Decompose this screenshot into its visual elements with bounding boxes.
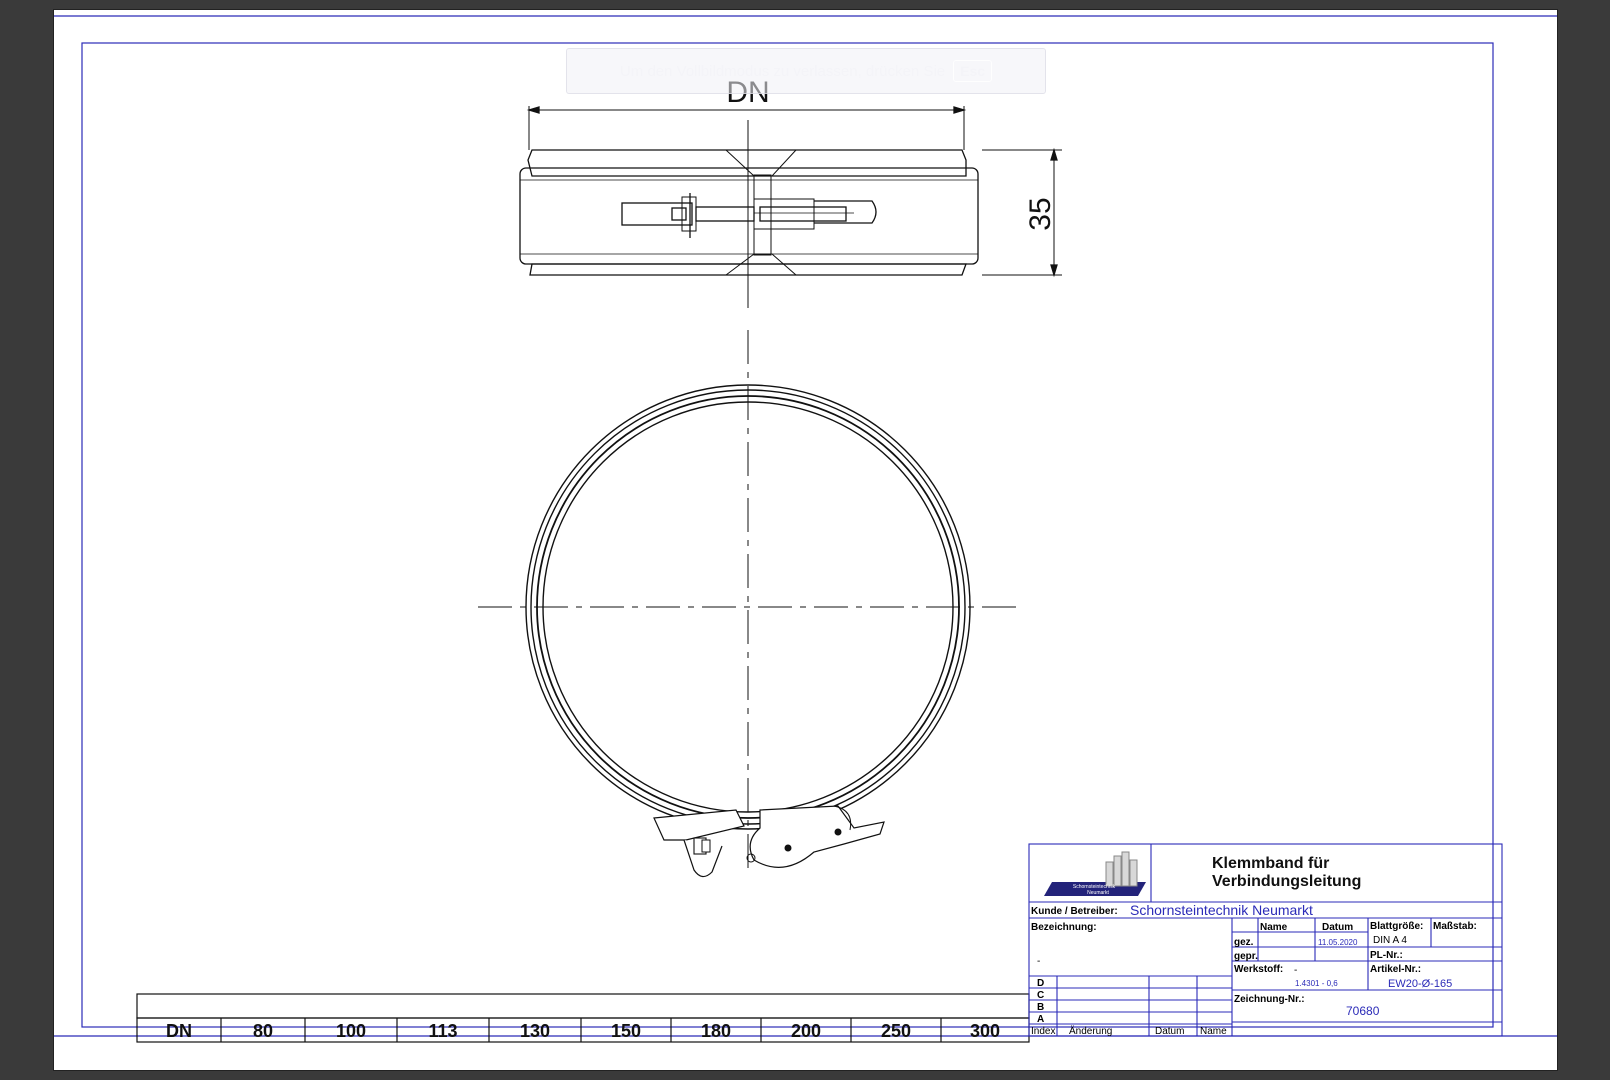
datum-header: Datum	[1322, 922, 1353, 933]
name-header: Name	[1260, 922, 1288, 933]
rev-letter: D	[1037, 978, 1044, 989]
drawing-title-line1: Klemmband für	[1212, 855, 1329, 872]
zeichnung-label: Zeichnung-Nr.:	[1234, 994, 1305, 1005]
rev-letter: C	[1037, 990, 1044, 1001]
aenderung-label: Änderung	[1069, 1025, 1112, 1037]
fullscreen-exit-notice: Um den Vollbildmodus zu verlassen, drück…	[566, 48, 1046, 94]
werkstoff-label: Werkstoff:	[1234, 964, 1283, 975]
kunde-value: Schornsteintechnik Neumarkt	[1130, 902, 1313, 918]
blattgroesse-label: Blattgröße:	[1370, 921, 1423, 932]
rev-letter: B	[1037, 1002, 1044, 1013]
pl-nr-label: PL-Nr.:	[1370, 950, 1403, 961]
esc-key-hint[interactable]: Esc	[953, 60, 993, 82]
rev-letter: A	[1037, 1014, 1044, 1025]
massstab-label: Maßstab:	[1433, 921, 1477, 932]
company-logo: Schornsteintechnik Neumarkt	[1044, 851, 1146, 896]
dn-value: 80	[253, 1021, 273, 1041]
dn-value: 200	[791, 1021, 821, 1041]
bezeichnung-label: Bezeichnung:	[1031, 922, 1097, 933]
zeichnung-value: 70680	[1346, 1004, 1380, 1018]
dn-value: 180	[701, 1021, 731, 1041]
gez-label: gez.	[1234, 937, 1254, 948]
drawing-sheet: DN 35 DN 80 100 113 130 15	[54, 10, 1557, 1070]
bezeichnung-value: -	[1037, 956, 1040, 967]
dn-value: 300	[970, 1021, 1000, 1041]
dn-value: 150	[611, 1021, 641, 1041]
rev-datum-label: Datum	[1155, 1026, 1184, 1037]
drawing-title-line2: Verbindungsleitung	[1212, 873, 1361, 890]
gepr-label: gepr.	[1234, 951, 1258, 962]
artikel-value: EW20-Ø-165	[1388, 978, 1452, 990]
werkstoff-dash: -	[1294, 965, 1297, 976]
dn-value: 250	[881, 1021, 911, 1041]
blattgroesse-value: DIN A 4	[1373, 935, 1407, 946]
dn-value: 130	[520, 1021, 550, 1041]
fullscreen-exit-message: Um den Vollbildmodus zu verlassen, drück…	[619, 62, 946, 80]
dn-table-header: DN	[166, 1021, 192, 1041]
dn-value: 100	[336, 1021, 366, 1041]
dim-height-label: 35	[1024, 197, 1057, 230]
kunde-label: Kunde / Betreiber:	[1031, 906, 1118, 917]
werkstoff-value: 1.4301 - 0,6	[1295, 979, 1338, 988]
technical-drawing: DN 35 DN 80 100 113 130 15	[54, 15, 1557, 1043]
rev-name-label: Name	[1200, 1026, 1227, 1037]
index-label: Index	[1031, 1026, 1055, 1037]
side-view	[519, 106, 1062, 308]
dn-value: 113	[428, 1021, 457, 1041]
gez-datum: 11.05.2020	[1318, 938, 1358, 947]
artikel-label: Artikel-Nr.:	[1370, 964, 1421, 975]
logo-text: Neumarkt	[1087, 890, 1109, 896]
front-view	[478, 330, 1018, 878]
